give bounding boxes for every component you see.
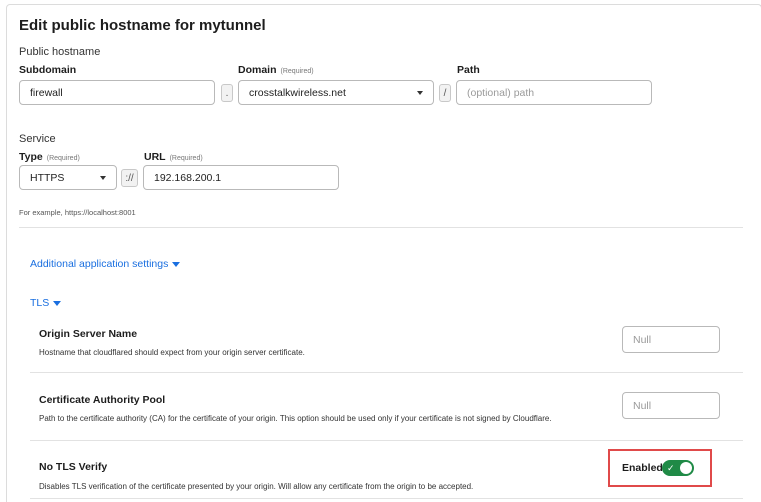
type-select[interactable]: HTTPS — [19, 165, 117, 190]
chevron-down-icon — [172, 261, 181, 267]
divider — [30, 372, 743, 373]
path-input[interactable]: (optional) path — [456, 80, 652, 105]
toggle-state-label: Enabled — [622, 462, 663, 474]
origin-server-name-input[interactable]: Null — [622, 326, 720, 353]
public-hostname-section-label: Public hostname — [19, 46, 101, 58]
subdomain-input[interactable]: firewall — [19, 80, 215, 105]
origin-server-name-description: Hostname that cloudflared should expect … — [39, 348, 305, 357]
checkmark-icon: ✓ — [667, 463, 675, 473]
url-label: URL (Required) — [144, 151, 203, 163]
domain-label: Domain (Required) — [238, 64, 314, 76]
edit-hostname-card — [6, 4, 761, 502]
slash-separator: / — [439, 84, 451, 102]
page-title: Edit public hostname for mytunnel — [19, 17, 266, 34]
service-hint: For example, https://localhost:8001 — [19, 208, 136, 217]
chevron-down-icon — [100, 175, 106, 180]
path-label: Path — [457, 64, 480, 76]
no-tls-verify-title: No TLS Verify — [39, 461, 108, 473]
divider — [19, 227, 743, 228]
toggle-knob — [680, 462, 692, 474]
ca-pool-title: Certificate Authority Pool — [39, 394, 166, 406]
ca-pool-description: Path to the certificate authority (CA) f… — [39, 414, 552, 423]
scheme-separator: :// — [121, 169, 138, 187]
type-label: Type (Required) — [19, 151, 80, 163]
additional-settings-link[interactable]: Additional application settings — [30, 258, 181, 270]
no-tls-verify-toggle[interactable]: ✓ — [662, 460, 694, 476]
ca-pool-input[interactable]: Null — [622, 392, 720, 419]
tls-link[interactable]: TLS — [30, 297, 62, 309]
chevron-down-icon — [417, 90, 423, 95]
subdomain-label: Subdomain — [19, 64, 77, 76]
divider — [30, 498, 743, 499]
no-tls-verify-description: Disables TLS verification of the certifi… — [39, 482, 474, 491]
url-input[interactable]: 192.168.200.1 — [143, 165, 339, 190]
chevron-down-icon — [53, 300, 62, 306]
service-section-label: Service — [19, 133, 56, 145]
origin-server-name-title: Origin Server Name — [39, 328, 138, 340]
divider — [30, 440, 743, 441]
dot-separator: . — [221, 84, 233, 102]
domain-select[interactable]: crosstalkwireless.net — [238, 80, 434, 105]
